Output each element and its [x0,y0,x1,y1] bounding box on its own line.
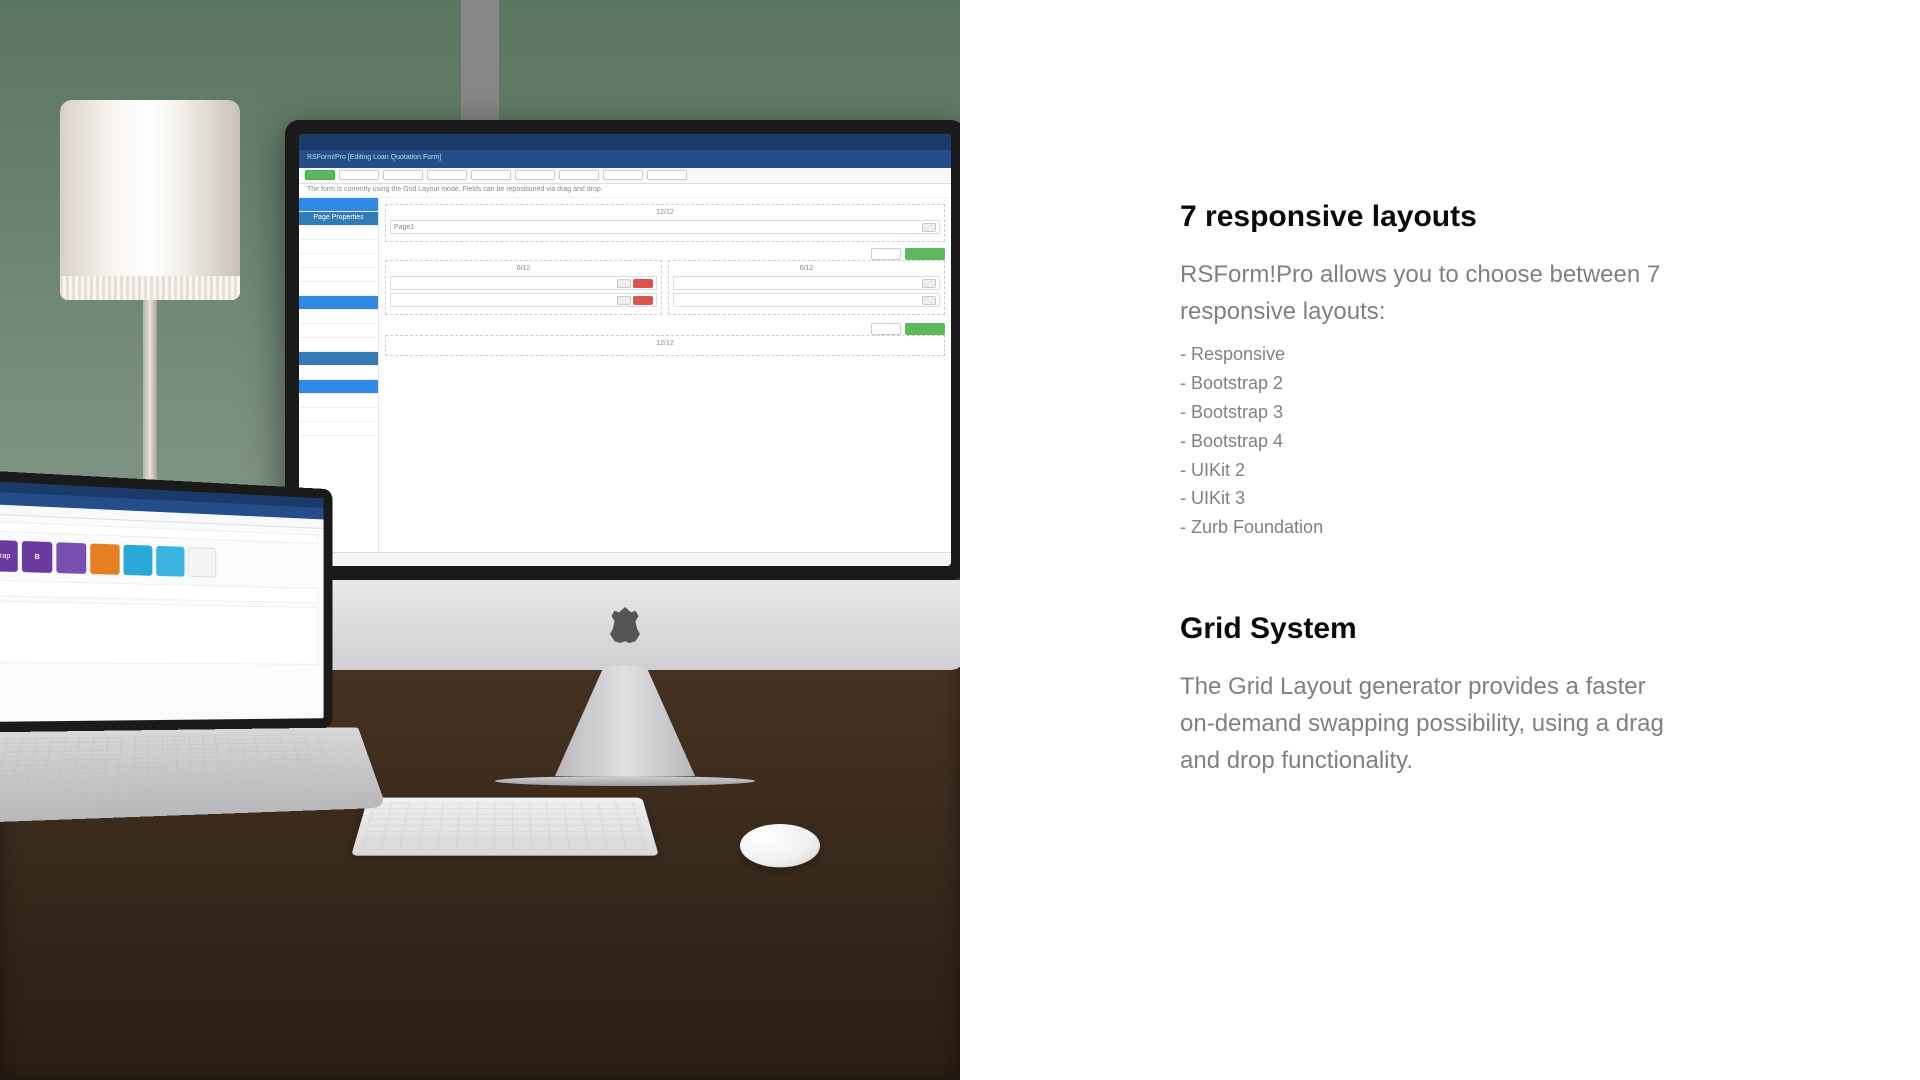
imac-screen-content: RSForm!Pro [Editing Loan Quotation Form]… [299,134,951,566]
apple-logo-icon [610,607,640,643]
app-title: RSForm!Pro [Editing Loan Quotation Form] [299,150,951,168]
laptop-device: strap B [0,470,332,891]
list-item: - Zurb Foundation [1180,513,1680,542]
product-image-panel: RSForm!Pro [Editing Loan Quotation Form]… [0,0,960,1080]
list-item: - Bootstrap 4 [1180,427,1680,456]
section-heading: Grid System [1180,612,1680,646]
content-panel: 7 responsive layouts RSForm!Pro allows y… [960,0,1920,1080]
section-grid-system: Grid System The Grid Layout generator pr… [1180,612,1680,780]
list-item: - Responsive [1180,340,1680,369]
layout-options: strap B [0,540,318,581]
section-responsive-layouts: 7 responsive layouts RSForm!Pro allows y… [1180,200,1680,542]
laptop-screen-content: strap B [0,481,324,722]
list-item: - Bootstrap 3 [1180,398,1680,427]
list-item: - UIKit 2 [1180,456,1680,485]
list-item: - UIKit 3 [1180,484,1680,513]
section-lead: RSForm!Pro allows you to choose between … [1180,256,1680,330]
section-lead: The Grid Layout generator provides a fas… [1180,668,1680,780]
keyboard [351,798,659,856]
section-heading: 7 responsive layouts [1180,200,1680,234]
list-item: - Bootstrap 2 [1180,369,1680,398]
imac-device: RSForm!Pro [Editing Loan Quotation Form]… [285,120,960,800]
